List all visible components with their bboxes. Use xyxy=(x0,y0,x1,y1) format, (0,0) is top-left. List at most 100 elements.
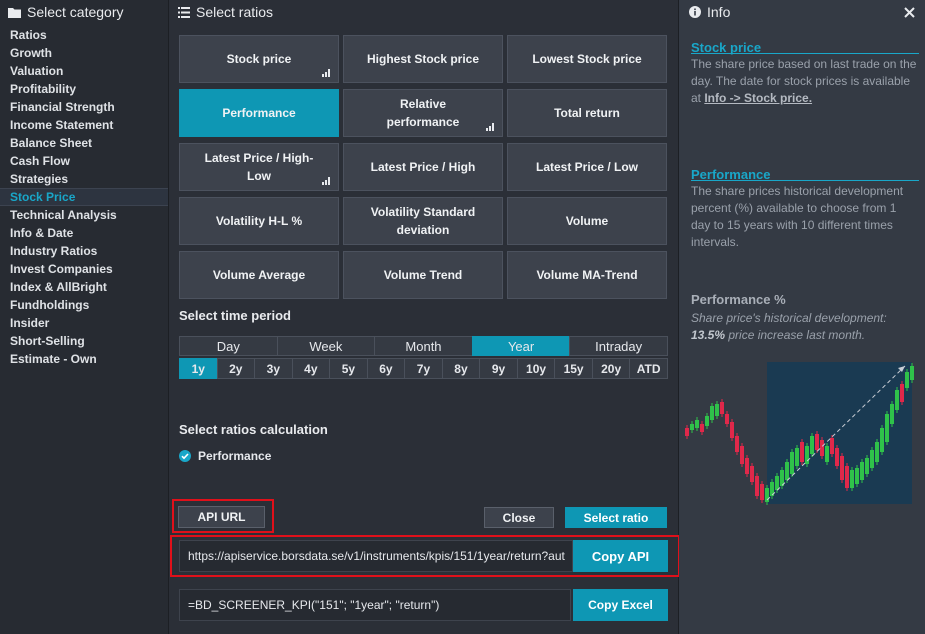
candle xyxy=(710,406,714,420)
candle xyxy=(860,462,864,480)
category-item[interactable]: Estimate - Own xyxy=(0,350,168,368)
ratio-button[interactable]: Volume xyxy=(507,197,667,245)
ratio-label: Lowest Stock price xyxy=(532,52,642,66)
copy-api-button[interactable]: Copy API xyxy=(573,540,668,572)
candle xyxy=(725,414,729,424)
time-period-title: Select time period xyxy=(179,308,291,323)
year-button[interactable]: 7y xyxy=(404,358,442,379)
candle xyxy=(890,404,894,424)
candle xyxy=(830,438,834,454)
candle xyxy=(905,372,909,388)
candle xyxy=(885,414,889,442)
api-url-button[interactable]: API URL xyxy=(178,506,265,528)
ratios-title: Select ratios xyxy=(196,4,274,20)
year-button[interactable]: 2y xyxy=(216,358,255,379)
ratio-button[interactable]: Total return xyxy=(507,89,667,137)
close-button[interactable]: Close xyxy=(484,507,554,528)
candle xyxy=(755,476,759,496)
candle xyxy=(775,476,779,490)
year-button[interactable]: ATD xyxy=(629,358,668,379)
category-item[interactable]: Balance Sheet xyxy=(0,134,168,152)
divider xyxy=(691,53,919,54)
ratio-button[interactable]: Volume Average xyxy=(179,251,339,299)
candle xyxy=(745,458,749,474)
ratio-button[interactable]: Stock price xyxy=(179,35,339,83)
year-button[interactable]: 20y xyxy=(591,358,630,379)
category-item[interactable]: Stock Price xyxy=(0,188,168,206)
category-item[interactable]: Income Statement xyxy=(0,116,168,134)
api-url-field[interactable]: https://apiservice.borsdata.se/v1/instru… xyxy=(179,540,573,572)
category-item[interactable]: Industry Ratios xyxy=(0,242,168,260)
candle xyxy=(740,446,744,464)
year-button[interactable]: 8y xyxy=(441,358,480,379)
ratio-label: Volume MA-Trend xyxy=(536,268,638,282)
ratio-button[interactable]: Latest Price / Low xyxy=(507,143,667,191)
ratio-button[interactable]: Volatility Standard deviation xyxy=(343,197,503,245)
category-item[interactable]: Index & AllBright xyxy=(0,278,168,296)
ratio-button[interactable]: Volume MA-Trend xyxy=(507,251,667,299)
ratio-button[interactable]: Latest Price / High xyxy=(343,143,503,191)
candle xyxy=(875,442,879,462)
ratio-label: Volatility H-L % xyxy=(215,214,303,228)
info-header: Info xyxy=(679,0,925,24)
category-item[interactable]: Info & Date xyxy=(0,224,168,242)
ratios-panel: Select ratios Stock price Highest Stock p… xyxy=(169,0,680,634)
year-button[interactable]: 10y xyxy=(516,358,555,379)
stock-price-link[interactable]: Info -> Stock price. xyxy=(704,91,812,105)
category-item[interactable]: Technical Analysis xyxy=(0,206,168,224)
period-tab[interactable]: Day xyxy=(179,336,277,356)
candle xyxy=(880,428,884,452)
bar-chart-icon xyxy=(322,177,332,185)
year-button[interactable]: 9y xyxy=(479,358,517,379)
perf-pct-desc: Share price's historical development: xyxy=(691,311,887,325)
category-item[interactable]: Valuation xyxy=(0,62,168,80)
period-tab[interactable]: Year xyxy=(471,336,570,356)
perf-pct-desc-2: price increase last month. xyxy=(725,328,866,342)
category-item[interactable]: Cash Flow xyxy=(0,152,168,170)
candle xyxy=(795,448,799,466)
year-button[interactable]: 15y xyxy=(554,358,592,379)
category-item[interactable]: Insider xyxy=(0,314,168,332)
category-item[interactable]: Short-Selling xyxy=(0,332,168,350)
bar-chart-icon xyxy=(486,123,496,131)
close-icon[interactable] xyxy=(904,6,915,18)
category-item[interactable]: Strategies xyxy=(0,170,168,188)
ratio-grid: Stock price Highest Stock price Lowest Sto… xyxy=(179,35,668,299)
candle xyxy=(750,466,754,482)
year-button[interactable]: 1y xyxy=(179,358,217,379)
candle xyxy=(855,468,859,484)
year-button[interactable]: 3y xyxy=(254,358,292,379)
folder-icon xyxy=(8,7,21,18)
year-button[interactable]: 4y xyxy=(291,358,330,379)
period-tab[interactable]: Week xyxy=(276,336,375,356)
category-item[interactable]: Ratios xyxy=(0,26,168,44)
excel-formula-field[interactable]: =BD_SCREENER_KPI("151"; "1year"; "return… xyxy=(179,589,571,621)
copy-excel-button[interactable]: Copy Excel xyxy=(573,589,668,621)
period-tab[interactable]: Month xyxy=(374,336,472,356)
ratio-button[interactable]: Relative performance xyxy=(343,89,503,137)
ratio-button[interactable]: Performance xyxy=(179,89,339,137)
ratio-button[interactable]: Highest Stock price xyxy=(343,35,503,83)
period-tabs: Day Week Month Year Intraday xyxy=(179,336,668,356)
performance-radio[interactable]: Performance xyxy=(179,449,271,463)
select-ratio-button[interactable]: Select ratio xyxy=(565,507,667,528)
period-tab[interactable]: Intraday xyxy=(569,336,668,356)
category-item[interactable]: Fundholdings xyxy=(0,296,168,314)
ratio-button[interactable]: Volume Trend xyxy=(343,251,503,299)
ratio-button[interactable]: Latest Price / High-Low xyxy=(179,143,339,191)
ratio-label: Latest Price / Low xyxy=(535,160,639,174)
candle xyxy=(840,456,844,480)
candle xyxy=(900,384,904,402)
year-button[interactable]: 6y xyxy=(366,358,405,379)
category-item[interactable]: Financial Strength xyxy=(0,98,168,116)
candle xyxy=(845,466,849,488)
category-item[interactable]: Profitability xyxy=(0,80,168,98)
year-button[interactable]: 5y xyxy=(329,358,367,379)
stock-price-text: The share price based on last trade on t… xyxy=(691,56,917,107)
ratio-button[interactable]: Volatility H-L % xyxy=(179,197,339,245)
info-icon xyxy=(689,6,701,18)
category-item[interactable]: Invest Companies xyxy=(0,260,168,278)
category-item[interactable]: Growth xyxy=(0,44,168,62)
ratio-button[interactable]: Lowest Stock price xyxy=(507,35,667,83)
ratio-label: Volume xyxy=(565,214,609,228)
